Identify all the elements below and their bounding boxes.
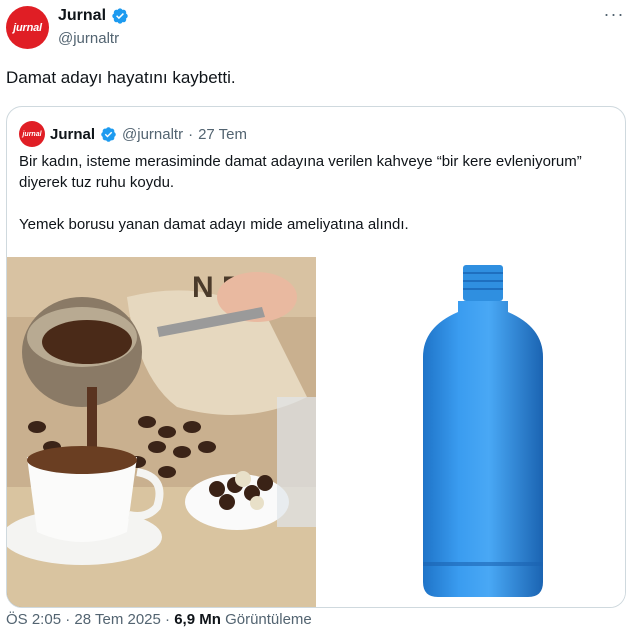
quoted-author-name: Jurnal xyxy=(50,125,96,143)
tweet-footer: ÖS 2:05 · 28 Tem 2025 · 6,9 Mn Görüntüle… xyxy=(6,611,312,628)
author-avatar[interactable]: jurnal xyxy=(6,6,49,49)
quoted-author-handle: @jurnaltr xyxy=(122,125,184,143)
quoted-paragraph-2: Yemek borusu yanan damat adayı mide amel… xyxy=(19,216,409,233)
tweet-time[interactable]: ÖS 2:05 xyxy=(6,611,61,628)
quoted-tweet-date: 27 Tem xyxy=(198,125,248,143)
views-count: 6,9 Mn xyxy=(174,611,221,628)
blue-bottle-illustration xyxy=(423,265,543,597)
author-handle[interactable]: @jurnaltr xyxy=(58,30,119,47)
tweet-text: Damat adayı hayatını kaybetti. xyxy=(6,68,236,87)
footer-separator: · xyxy=(65,611,71,628)
quoted-tweet-header: jurnal Jurnal @jurnaltr · 27 Tem xyxy=(19,121,247,147)
quoted-paragraph-1: Bir kadın, isteme merasiminde damat aday… xyxy=(19,153,582,191)
views-label: Görüntüleme xyxy=(225,611,312,628)
quoted-media-grid: N E xyxy=(7,257,625,607)
more-options-icon[interactable]: ··· xyxy=(603,5,625,25)
turkish-coffee-photo[interactable]: N E xyxy=(7,257,316,607)
quoted-meta-separator: · xyxy=(188,125,194,143)
quoted-tweet[interactable]: jurnal Jurnal @jurnaltr · 27 Tem Bir kad… xyxy=(6,106,626,608)
verified-badge-icon xyxy=(101,126,116,142)
quoted-tweet-body: Bir kadın, isteme merasiminde damat aday… xyxy=(19,151,609,235)
verified-badge-icon xyxy=(112,8,128,24)
tweet-date[interactable]: 28 Tem 2025 xyxy=(74,611,160,628)
footer-separator: · xyxy=(165,611,171,628)
blue-bottle-photo[interactable] xyxy=(318,257,625,607)
author-display-name[interactable]: Jurnal xyxy=(58,7,106,25)
quoted-author-avatar: jurnal xyxy=(19,121,45,147)
turkish-coffee-illustration: N E xyxy=(7,257,316,607)
author-name-row: Jurnal xyxy=(58,7,129,25)
